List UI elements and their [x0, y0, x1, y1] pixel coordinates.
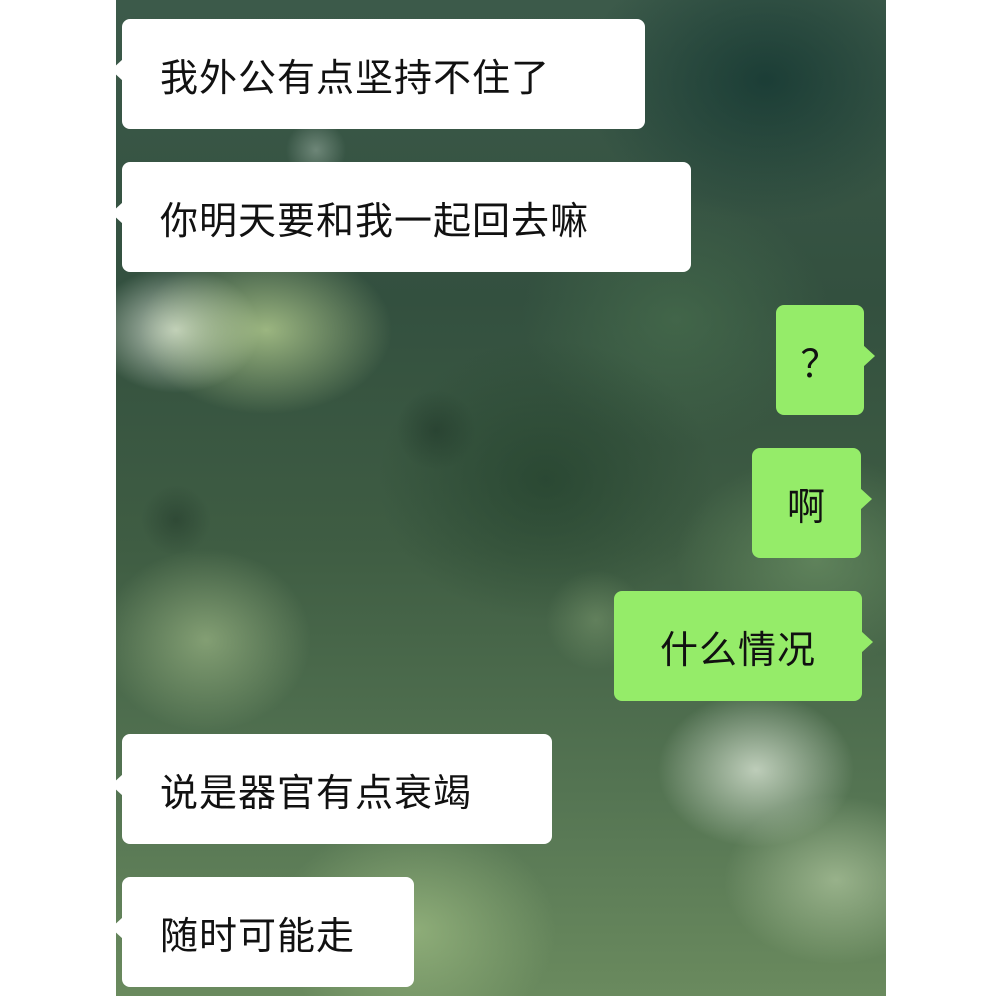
- message-bubble-incoming[interactable]: 你明天要和我一起回去嘛: [111, 162, 691, 272]
- message-text: 你明天要和我一起回去嘛: [160, 198, 590, 243]
- message-text: 说是器官有点衰竭: [160, 770, 473, 815]
- message-bubble-incoming[interactable]: 说是器官有点衰竭: [111, 734, 552, 844]
- message-bubble-outgoing[interactable]: 什么情况: [614, 591, 873, 701]
- message-text: 随时可能走: [160, 913, 356, 958]
- message-text: ？: [800, 341, 840, 386]
- message-bubble-incoming[interactable]: 随时可能走: [111, 877, 414, 987]
- message-bubble-incoming[interactable]: 我外公有点坚持不住了: [111, 19, 645, 129]
- message-bubble-outgoing[interactable]: ？: [776, 305, 875, 415]
- message-bubble-outgoing[interactable]: 啊: [752, 448, 872, 558]
- message-text: 啊: [786, 484, 826, 529]
- message-list[interactable]: 我外公有点坚持不住了 你明天要和我一起回去嘛 ？ 啊 什么情况 说是器官有点衰竭…: [111, 0, 886, 996]
- message-text: 什么情况: [659, 627, 816, 672]
- chat-screen: 我外公有点坚持不住了 你明天要和我一起回去嘛 ？ 啊 什么情况 说是器官有点衰竭…: [0, 0, 1001, 996]
- message-text: 我外公有点坚持不住了: [160, 55, 551, 100]
